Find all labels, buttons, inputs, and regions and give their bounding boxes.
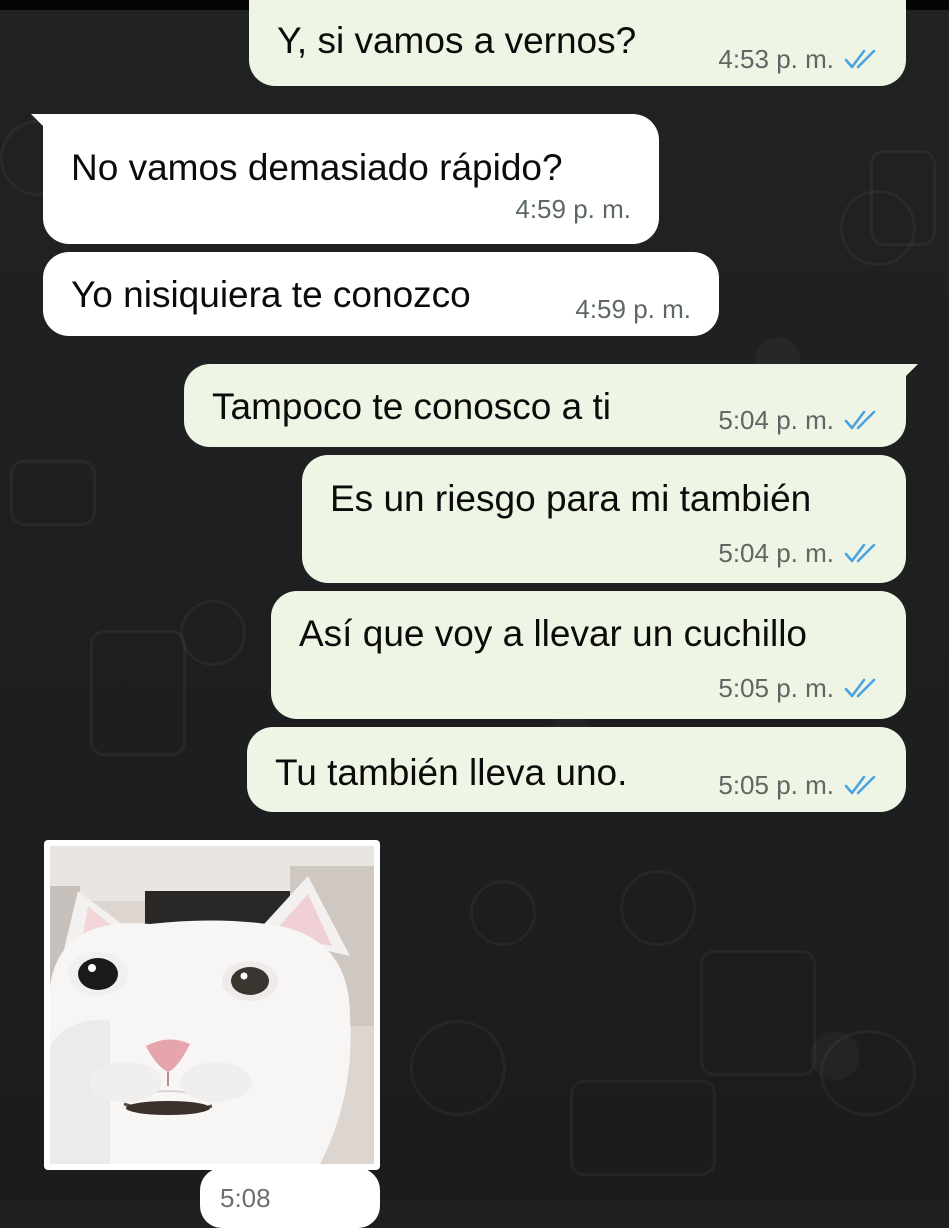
wallpaper-doodle [570,1080,716,1176]
wallpaper-doodle [820,1030,916,1116]
message-meta: 5:04 p. m. [718,407,878,433]
wallpaper-doodle [90,630,186,756]
image-message[interactable] [44,840,380,1170]
message-time: 4:53 p. m. [718,44,834,74]
bubble-tail [892,364,918,390]
wallpaper-doodle [620,870,696,946]
message-time: 4:59 p. m. [575,294,691,324]
wallpaper-doodle [870,150,936,246]
message-time: 5:04 p. m. [718,405,834,435]
wallpaper-doodle [700,950,816,1076]
message-meta: 5:05 p. m. [718,675,878,701]
message-meta: 5:04 p. m. [718,540,878,566]
message-text: No vamos demasiado rápido? [71,147,563,188]
outgoing-message-bubble[interactable]: Tampoco te conosco a ti 5:04 p. m. [184,364,918,447]
wallpaper-doodle [470,880,536,946]
white-cat-photo [50,846,374,1164]
message-time: 5:04 p. m. [718,538,834,568]
incoming-message-bubble[interactable]: No vamos demasiado rápido? 4:59 p. m. [31,114,659,244]
message-text: Es un riesgo para mi también [330,478,812,519]
wallpaper-doodle [10,460,96,526]
message-text: Yo nisiquiera te conozco [71,274,471,315]
incoming-message-bubble-partial[interactable]: 5:08 [200,1168,380,1228]
outgoing-message-bubble[interactable]: Así que voy a llevar un cuchillo 5:05 p.… [271,591,906,719]
white-cat-illustration [50,846,374,1164]
message-meta: 4:59 p. m. [515,196,631,222]
incoming-message-bubble[interactable]: Yo nisiquiera te conozco 4:59 p. m. [43,252,719,336]
message-text: Y, si vamos a vernos? [277,20,637,61]
message-meta: 4:59 p. m. [575,296,691,322]
double-check-icon [844,775,876,795]
message-text: Tu también lleva uno. [275,752,628,793]
wallpaper-doodle [180,600,246,666]
outgoing-message-bubble[interactable]: Es un riesgo para mi también 5:04 p. m. [302,455,906,583]
double-check-icon [844,678,876,698]
message-meta: 4:53 p. m. [718,46,878,72]
wallpaper-doodle [410,1020,506,1116]
message-text: Tampoco te conosco a ti [212,386,611,427]
message-time: 5:08 [220,1183,271,1213]
message-time: 5:05 p. m. [718,673,834,703]
double-check-icon [844,410,876,430]
double-check-icon [844,49,876,69]
outgoing-message-bubble[interactable]: Tu también lleva uno. 5:05 p. m. [247,727,906,812]
message-text: Así que voy a llevar un cuchillo [299,613,807,654]
outgoing-message-bubble[interactable]: Y, si vamos a vernos? 4:53 p. m. [249,0,906,86]
double-check-icon [844,543,876,563]
message-time: 4:59 p. m. [515,194,631,224]
bubble-tail [31,114,57,140]
message-time: 5:05 p. m. [718,770,834,800]
message-meta: 5:05 p. m. [718,772,878,798]
